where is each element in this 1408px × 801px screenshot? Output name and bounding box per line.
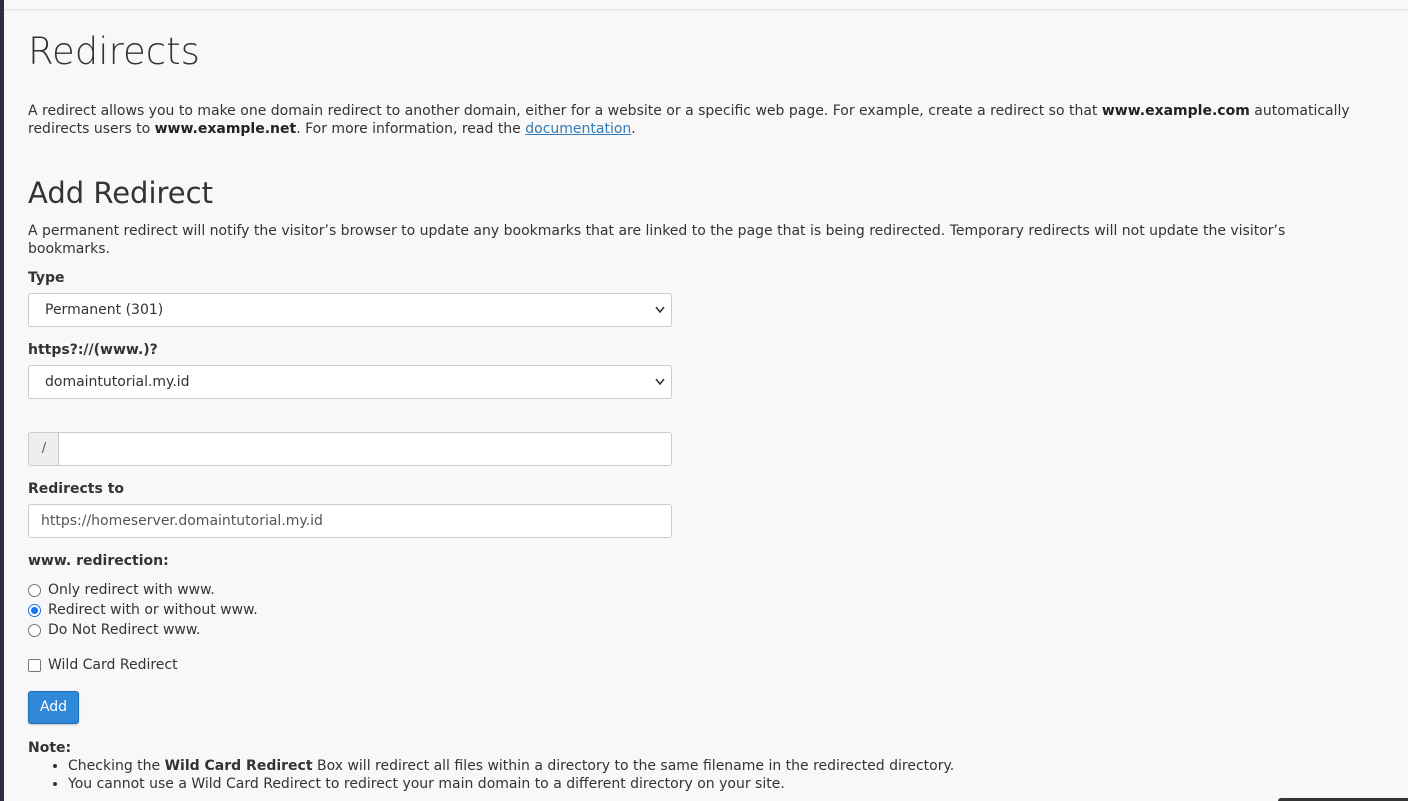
documentation-link[interactable]: documentation: [525, 121, 631, 137]
left-sidebar-edge: [0, 0, 4, 801]
type-select[interactable]: Permanent (301): [28, 293, 672, 327]
domain-select[interactable]: domaintutorial.my.id: [28, 365, 672, 399]
radio-button-checked[interactable]: [28, 604, 41, 617]
add-button[interactable]: Add: [28, 691, 79, 724]
add-redirect-heading: Add Redirect: [28, 176, 213, 210]
wildcard-checkbox[interactable]: [28, 659, 41, 672]
path-input-group: /: [28, 432, 672, 466]
domain-label: https?://(www.)?: [28, 342, 158, 358]
path-prefix: /: [28, 432, 59, 466]
path-input[interactable]: [58, 432, 672, 466]
add-redirect-description: A permanent redirect will notify the vis…: [28, 223, 1286, 257]
www-redirection-label: www. redirection:: [28, 553, 169, 569]
redirects-to-input[interactable]: https://homeserver.domaintutorial.my.id: [28, 504, 672, 538]
type-select-value: Permanent (301): [45, 302, 164, 318]
note-title: Note:: [28, 740, 72, 756]
chevron-down-icon: [655, 366, 665, 410]
intro-text: A redirect allows you to make one domain…: [28, 103, 1350, 137]
page-title: Redirects: [28, 30, 200, 73]
chevron-down-icon: [655, 294, 665, 338]
domain-select-value: domaintutorial.my.id: [45, 374, 190, 390]
note-list: Checking the Wild Card Redirect Box will…: [28, 757, 1328, 793]
note-item: Checking the Wild Card Redirect Box will…: [68, 757, 1328, 775]
radio-button[interactable]: [28, 584, 41, 597]
example-domain-2: www.example.net: [154, 121, 297, 137]
top-header-bar: [4, 0, 1408, 10]
redirects-to-label: Redirects to: [28, 481, 125, 497]
note-item: You cannot use a Wild Card Redirect to r…: [68, 775, 1328, 793]
radio-button[interactable]: [28, 624, 41, 637]
type-label: Type: [28, 270, 65, 286]
example-domain-1: www.example.com: [1101, 103, 1250, 119]
